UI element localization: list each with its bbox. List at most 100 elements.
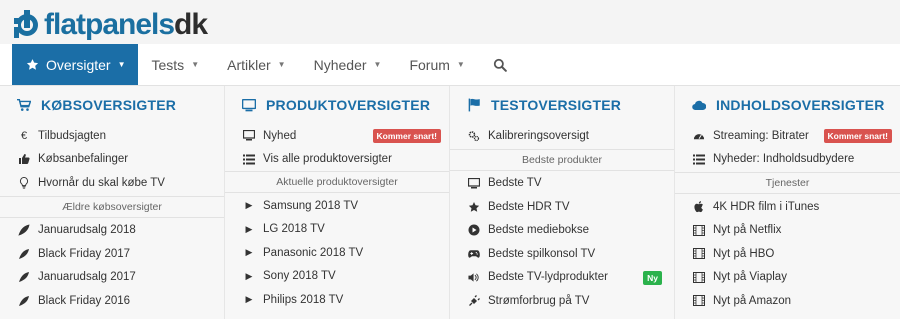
nav-item-artikler[interactable]: Artikler ▼	[213, 44, 299, 85]
column-title: KØBSOVERSIGTER	[0, 86, 224, 124]
site-logo[interactable]: flatpanelsdk	[12, 8, 208, 41]
chevron-down-icon: ▼	[373, 60, 382, 69]
menu-item-bedste-tv-lyd[interactable]: Bedste TV-lydprodukter Ny	[450, 266, 674, 290]
menu-item-bedste-mediebokse[interactable]: Bedste mediebokse	[450, 219, 674, 243]
menu-column-indholdsoversigter: INDHOLDSOVERSIGTER Streaming: Bitrater K…	[675, 86, 900, 319]
caret-right-icon: ▶	[245, 223, 253, 234]
menu-item-kalibreringsoversigt[interactable]: Kalibreringsoversigt	[450, 124, 674, 148]
menu-column-produktoversigter: PRODUKTOVERSIGTER Nyhed Kommer snart! Vi…	[225, 86, 450, 319]
menu-column-kobsoversigter: KØBSOVERSIGTER € Tilbudsjagten Købsanbef…	[0, 86, 225, 319]
star-icon	[468, 201, 480, 213]
menu-item-tilbudsjagten[interactable]: € Tilbudsjagten	[0, 124, 224, 148]
flag-icon	[467, 98, 481, 112]
menu-item-netflix[interactable]: Nyt på Netflix	[675, 219, 900, 243]
menu-item-hbo[interactable]: Nyt på HBO	[675, 242, 900, 266]
nav-label: Nyheder	[313, 56, 367, 73]
caret-right-icon: ▶	[245, 294, 253, 305]
column-title: INDHOLDSOVERSIGTER	[675, 86, 900, 124]
nav-label: Artikler	[227, 56, 271, 73]
cart-icon	[17, 98, 31, 112]
gamepad-icon	[468, 248, 480, 260]
apple-icon	[693, 200, 705, 213]
menu-item-streaming-bitrater[interactable]: Streaming: Bitrater Kommer snart!	[675, 124, 900, 148]
play-circle-icon	[468, 224, 480, 236]
monitor-icon	[243, 130, 255, 142]
star-icon	[26, 58, 39, 71]
film-icon	[693, 271, 705, 283]
leaf-icon	[18, 295, 30, 307]
chevron-down-icon: ▼	[191, 60, 200, 69]
thumbs-up-icon	[18, 153, 30, 165]
nav-item-forum[interactable]: Forum ▼	[395, 44, 478, 85]
plug-icon	[468, 294, 480, 307]
menu-item-samsung-2018[interactable]: ▶ Samsung 2018 TV	[225, 194, 449, 218]
film-icon	[693, 224, 705, 236]
menu-item-vis-alle[interactable]: Vis alle produktoversigter	[225, 148, 449, 172]
site-header: flatpanelsdk	[0, 0, 900, 44]
monitor-icon	[242, 98, 256, 112]
leaf-icon	[18, 248, 30, 260]
nav-label: Forum	[409, 56, 450, 73]
caret-right-icon: ▶	[245, 247, 253, 258]
volume-icon	[468, 271, 480, 283]
menu-item-bedste-hdr-tv[interactable]: Bedste HDR TV	[450, 195, 674, 219]
menu-item-bedste-spilkonsol[interactable]: Bedste spilkonsol TV	[450, 242, 674, 266]
chevron-down-icon: ▼	[117, 60, 126, 69]
cogs-icon	[468, 130, 480, 142]
nav-item-oversigter[interactable]: Oversigter ▼	[12, 44, 138, 85]
menu-item-nyheder-indholdsudbydere[interactable]: Nyheder: Indholdsudbydere	[675, 148, 900, 172]
column-title: TESTOVERSIGTER	[450, 86, 674, 124]
nav-label: Tests	[151, 56, 185, 73]
menu-item-lg-2018[interactable]: ▶ LG 2018 TV	[225, 218, 449, 242]
film-icon	[693, 295, 705, 307]
caret-right-icon: ▶	[245, 200, 253, 211]
submenu-heading: Bedste produkter	[450, 148, 674, 171]
cloud-icon	[692, 98, 706, 112]
menu-item-januarudsalg-2018[interactable]: Januarudsalg 2018	[0, 219, 224, 243]
menu-item-stromforbrug[interactable]: Strømforbrug på TV	[450, 289, 674, 313]
search-button[interactable]	[479, 44, 521, 85]
menu-item-amazon[interactable]: Nyt på Amazon	[675, 289, 900, 313]
list-icon	[693, 153, 705, 165]
film-icon	[693, 248, 705, 260]
nav-item-tests[interactable]: Tests ▼	[138, 44, 214, 85]
main-nav: Oversigter ▼ Tests ▼ Artikler ▼ Nyheder …	[0, 44, 900, 86]
menu-item-itunes[interactable]: 4K HDR film i iTunes	[675, 195, 900, 219]
leaf-icon	[18, 271, 30, 283]
menu-item-januarudsalg-2017[interactable]: Januarudsalg 2017	[0, 266, 224, 290]
column-title: PRODUKTOVERSIGTER	[225, 86, 449, 124]
menu-item-panasonic-2018[interactable]: ▶ Panasonic 2018 TV	[225, 241, 449, 265]
list-icon	[243, 153, 255, 165]
menu-item-black-friday-2017[interactable]: Black Friday 2017	[0, 242, 224, 266]
logo-mark-icon	[12, 10, 42, 40]
menu-column-testoversigter: TESTOVERSIGTER Kalibreringsoversigt Beds…	[450, 86, 675, 319]
mega-menu: KØBSOVERSIGTER € Tilbudsjagten Købsanbef…	[0, 86, 900, 319]
logo-text-brand: flatpanels	[44, 8, 175, 41]
chevron-down-icon: ▼	[277, 60, 286, 69]
chevron-down-icon: ▼	[456, 60, 465, 69]
caret-right-icon: ▶	[245, 270, 253, 281]
menu-item-kobsanbefalinger[interactable]: Købsanbefalinger	[0, 148, 224, 172]
menu-item-hvornar[interactable]: Hvornår du skal købe TV	[0, 171, 224, 195]
new-badge: Ny	[643, 270, 662, 285]
logo-text-suffix: dk	[174, 8, 208, 41]
submenu-heading: Ældre købsoversigter	[0, 195, 224, 218]
menu-item-sony-2018[interactable]: ▶ Sony 2018 TV	[225, 265, 449, 289]
menu-item-philips-2018[interactable]: ▶ Philips 2018 TV	[225, 288, 449, 312]
submenu-heading: Tjenester	[675, 172, 900, 194]
status-badge: Kommer snart!	[823, 129, 892, 143]
search-icon	[493, 58, 507, 72]
menu-item-black-friday-2016[interactable]: Black Friday 2016	[0, 289, 224, 313]
status-badge: Kommer snart!	[372, 129, 441, 143]
monitor-icon	[468, 177, 480, 189]
menu-item-viaplay[interactable]: Nyt på Viaplay	[675, 266, 900, 290]
nav-label: Oversigter	[46, 56, 111, 73]
euro-icon: €	[20, 129, 28, 142]
menu-item-bedste-tv[interactable]: Bedste TV	[450, 172, 674, 196]
lightbulb-icon	[18, 176, 30, 189]
nav-item-nyheder[interactable]: Nyheder ▼	[300, 44, 396, 85]
dashboard-icon	[693, 130, 705, 142]
leaf-icon	[18, 224, 30, 236]
menu-item-nyhed[interactable]: Nyhed Kommer snart!	[225, 124, 449, 148]
